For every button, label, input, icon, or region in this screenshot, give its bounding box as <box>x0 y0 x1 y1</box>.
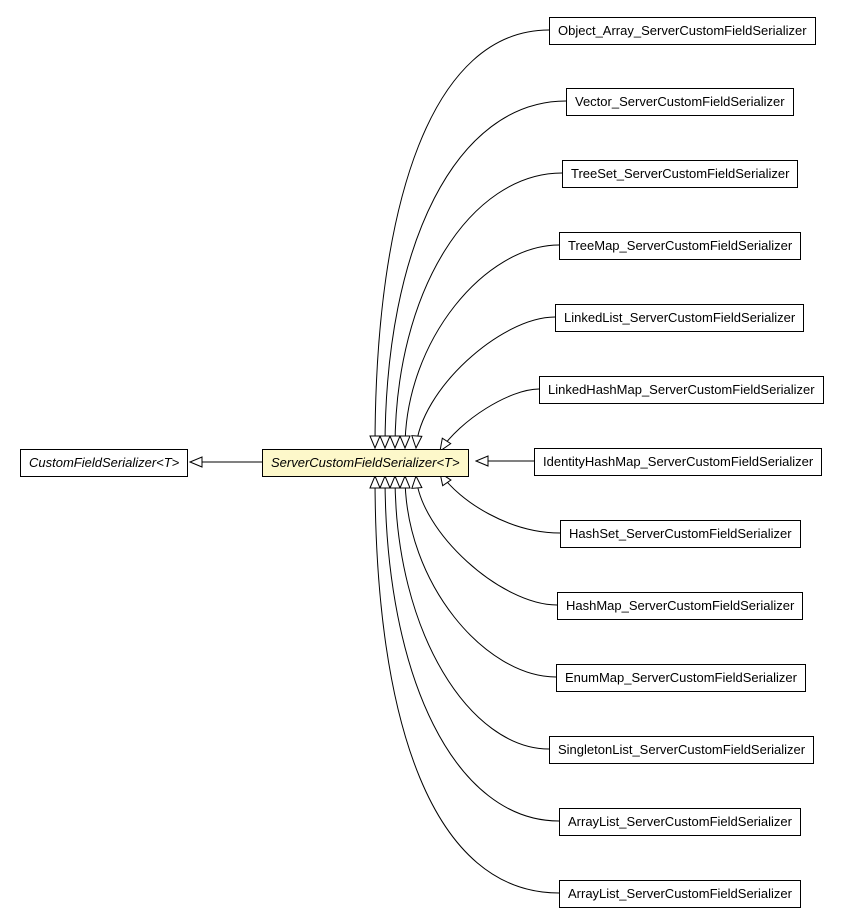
node-label: Object_Array_ServerCustomFieldSerializer <box>558 23 807 38</box>
node-treemap-servercustomfieldserializer[interactable]: TreeMap_ServerCustomFieldSerializer <box>559 232 801 260</box>
edge-sub-4 <box>416 317 555 448</box>
node-label: EnumMap_ServerCustomFieldSerializer <box>565 670 797 685</box>
node-label: HashMap_ServerCustomFieldSerializer <box>566 598 794 613</box>
node-arraylist-servercustomfieldserializer-2[interactable]: ArrayList_ServerCustomFieldSerializer <box>559 880 801 908</box>
node-treeset-servercustomfieldserializer[interactable]: TreeSet_ServerCustomFieldSerializer <box>562 160 798 188</box>
node-arraylist-servercustomfieldserializer-1[interactable]: ArrayList_ServerCustomFieldSerializer <box>559 808 801 836</box>
edge-sub-10 <box>395 476 549 749</box>
node-singletonlist-servercustomfieldserializer[interactable]: SingletonList_ServerCustomFieldSerialize… <box>549 736 814 764</box>
node-label: ArrayList_ServerCustomFieldSerializer <box>568 886 792 901</box>
node-label: IdentityHashMap_ServerCustomFieldSeriali… <box>543 454 813 469</box>
node-label: TreeMap_ServerCustomFieldSerializer <box>568 238 792 253</box>
node-label: LinkedHashMap_ServerCustomFieldSerialize… <box>548 382 815 397</box>
edge-sub-12 <box>375 476 559 893</box>
node-hashmap-servercustomfieldserializer[interactable]: HashMap_ServerCustomFieldSerializer <box>557 592 803 620</box>
node-enummap-servercustomfieldserializer[interactable]: EnumMap_ServerCustomFieldSerializer <box>556 664 806 692</box>
node-customfieldserializer[interactable]: CustomFieldSerializer<T> <box>20 449 188 477</box>
edge-sub-9 <box>405 476 556 677</box>
node-identityhashmap-servercustomfieldserializer[interactable]: IdentityHashMap_ServerCustomFieldSeriali… <box>534 448 822 476</box>
edge-sub-8 <box>416 476 557 605</box>
edge-sub-5 <box>440 389 539 451</box>
inheritance-diagram: CustomFieldSerializer<T> ServerCustomFie… <box>0 0 848 923</box>
node-hashset-servercustomfieldserializer[interactable]: HashSet_ServerCustomFieldSerializer <box>560 520 801 548</box>
node-label: CustomFieldSerializer<T> <box>29 455 179 470</box>
node-label: SingletonList_ServerCustomFieldSerialize… <box>558 742 805 757</box>
node-label: HashSet_ServerCustomFieldSerializer <box>569 526 792 541</box>
node-label: LinkedList_ServerCustomFieldSerializer <box>564 310 795 325</box>
node-object-array-servercustomfieldserializer[interactable]: Object_Array_ServerCustomFieldSerializer <box>549 17 816 45</box>
edge-sub-0 <box>375 30 549 448</box>
node-label: TreeSet_ServerCustomFieldSerializer <box>571 166 789 181</box>
edge-sub-7 <box>440 473 560 533</box>
edge-sub-2 <box>395 173 562 448</box>
node-label: ArrayList_ServerCustomFieldSerializer <box>568 814 792 829</box>
node-linkedlist-servercustomfieldserializer[interactable]: LinkedList_ServerCustomFieldSerializer <box>555 304 804 332</box>
node-vector-servercustomfieldserializer[interactable]: Vector_ServerCustomFieldSerializer <box>566 88 794 116</box>
node-servercustomfieldserializer[interactable]: ServerCustomFieldSerializer<T> <box>262 449 469 477</box>
node-label: Vector_ServerCustomFieldSerializer <box>575 94 785 109</box>
node-label: ServerCustomFieldSerializer<T> <box>271 455 460 470</box>
edge-sub-3 <box>405 245 559 448</box>
node-linkedhashmap-servercustomfieldserializer[interactable]: LinkedHashMap_ServerCustomFieldSerialize… <box>539 376 824 404</box>
edge-sub-11 <box>385 476 559 821</box>
